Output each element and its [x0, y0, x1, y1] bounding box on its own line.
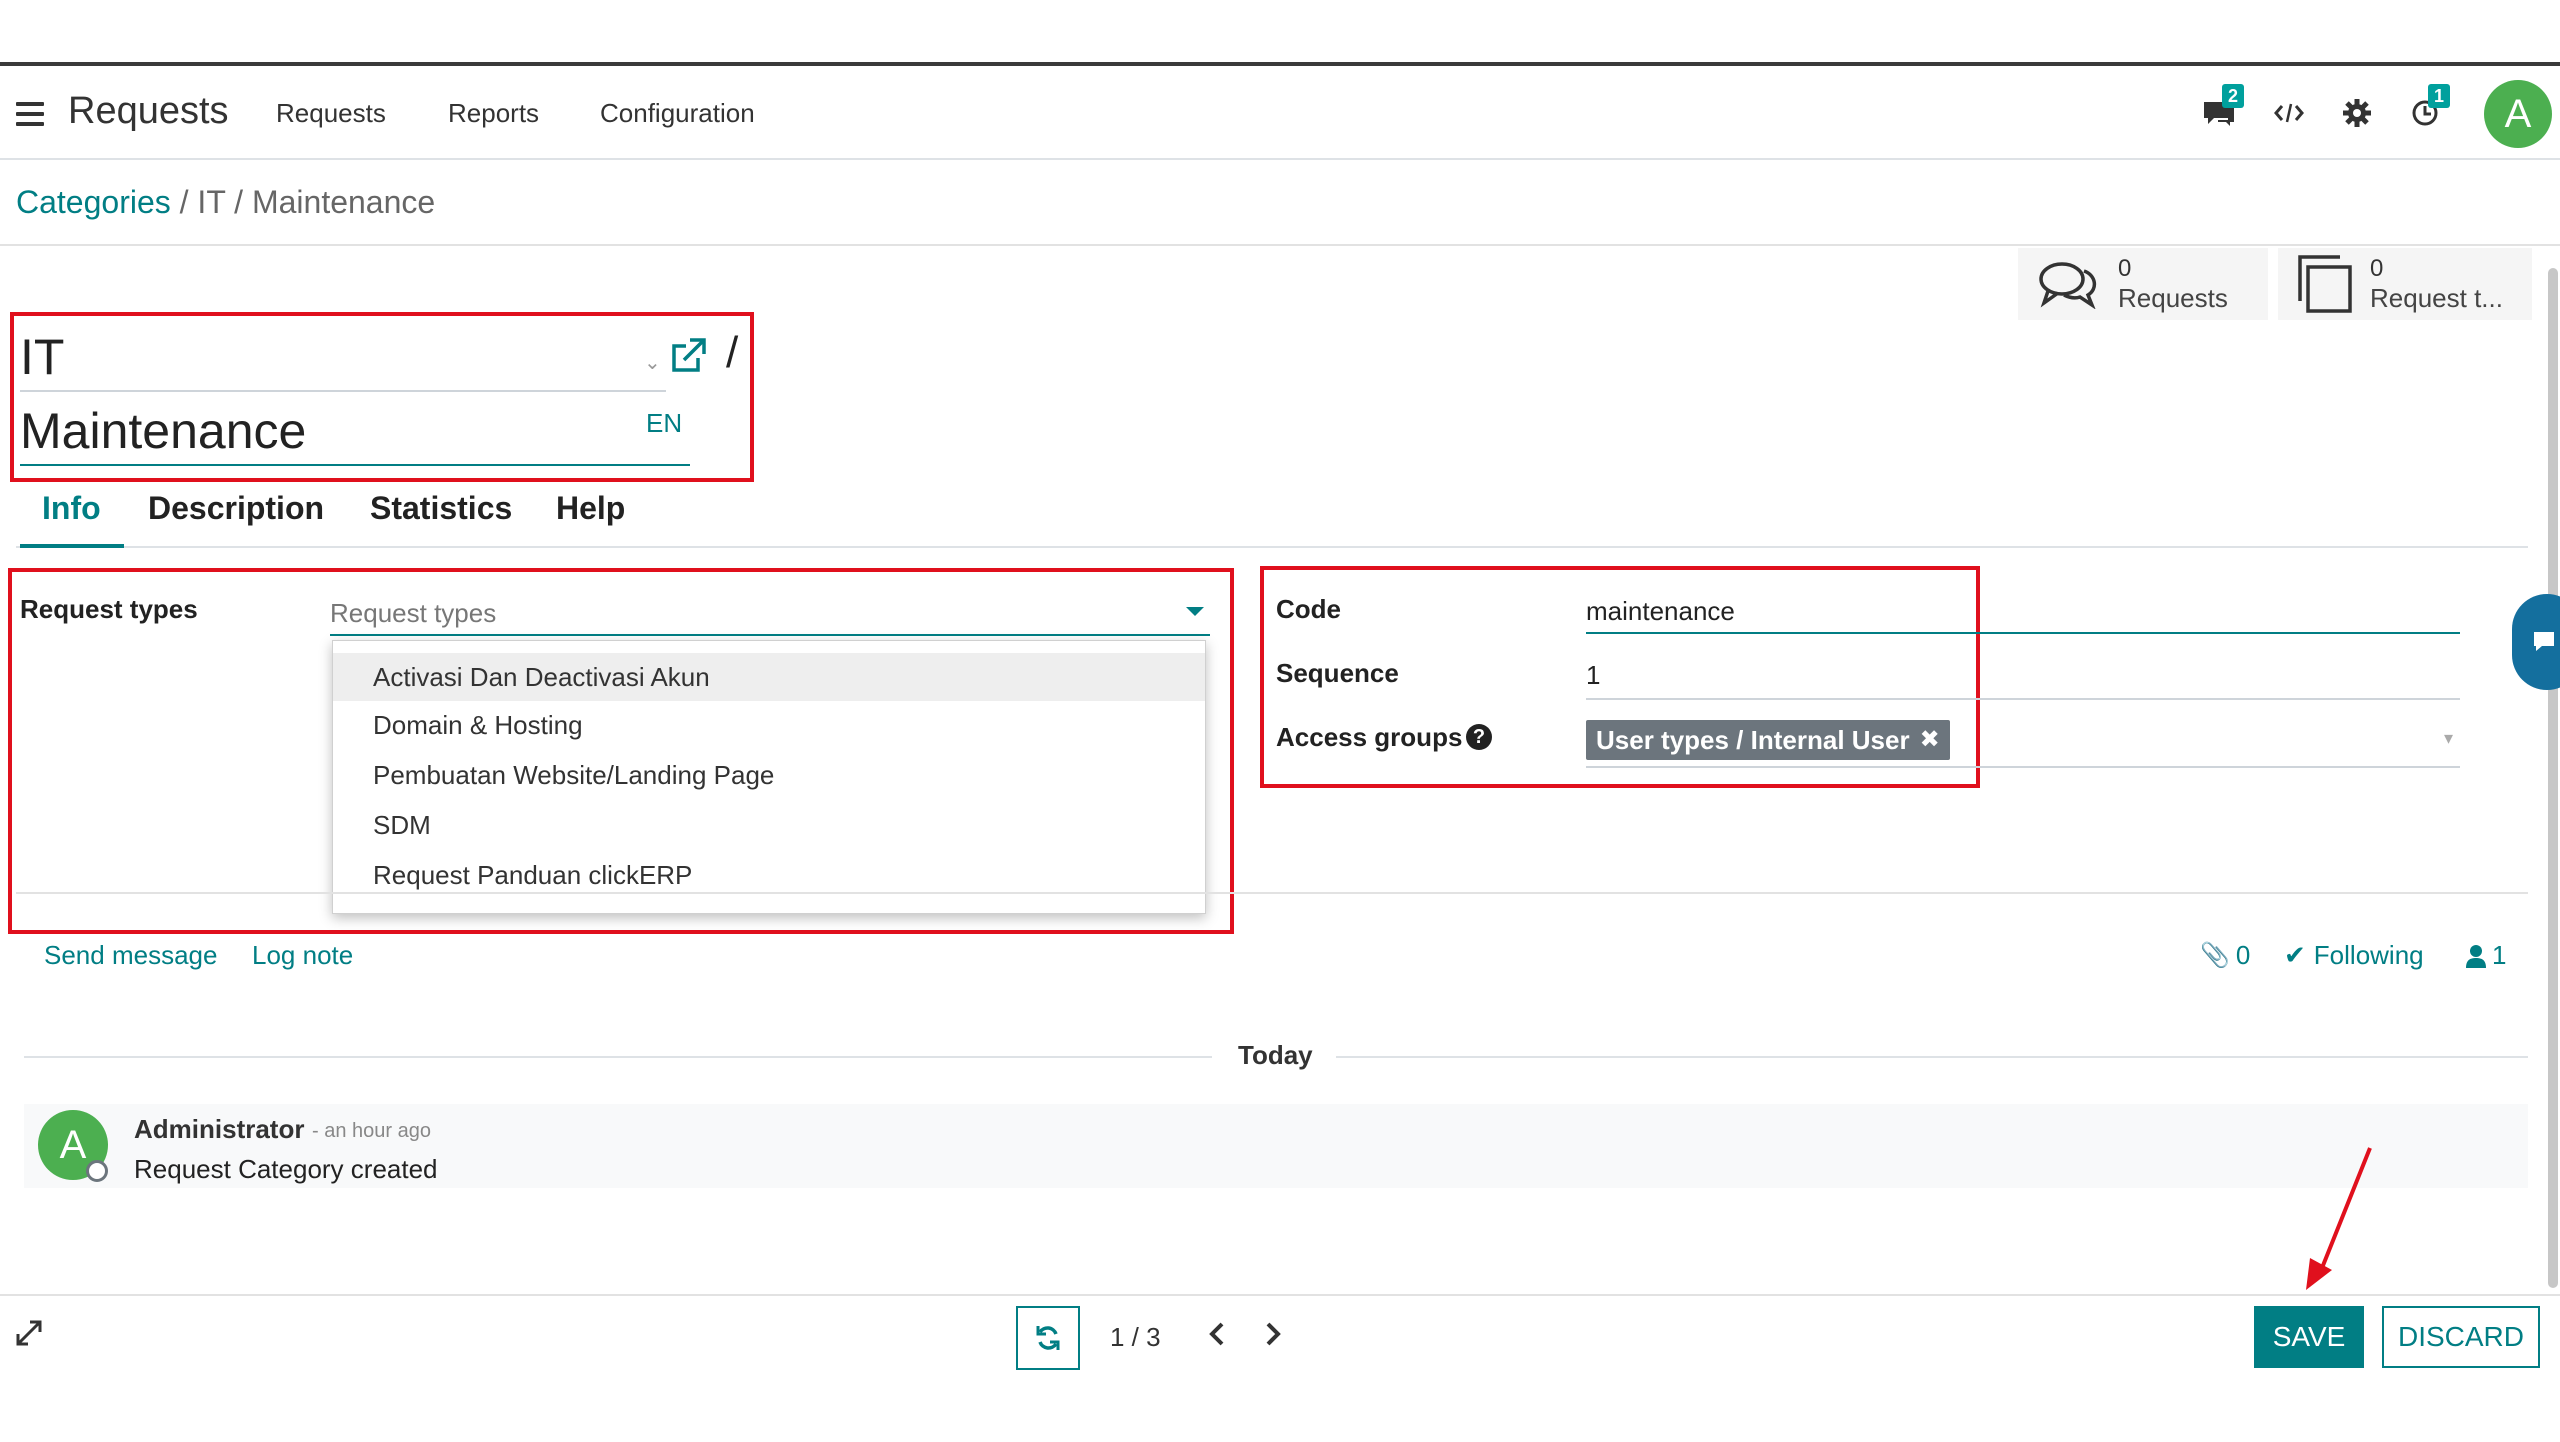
code-underline	[1586, 632, 2460, 634]
chat-badge: 2	[2221, 84, 2244, 108]
tab-description[interactable]: Description	[148, 490, 324, 527]
name-field-underline	[20, 464, 690, 466]
gear-icon[interactable]	[2334, 90, 2380, 136]
annotation-arrow-icon	[2306, 1147, 2372, 1290]
following-button[interactable]: ✔ Following	[2284, 940, 2424, 971]
chat-bubble-icon	[2534, 632, 2554, 651]
check-icon: ✔	[2284, 940, 2306, 970]
request-types-label: Request types	[20, 594, 198, 624]
dropdown-option[interactable]: SDM	[333, 801, 1205, 849]
today-divider-right	[1336, 1056, 2528, 1058]
app-title[interactable]: Requests	[68, 90, 229, 133]
today-divider-left	[24, 1056, 1212, 1058]
request-types-underline	[330, 634, 1210, 636]
requests-count: 0	[2118, 255, 2132, 282]
next-record-icon[interactable]	[1262, 1320, 1284, 1353]
following-label: Following	[2313, 940, 2424, 970]
requests-stat-button[interactable]: 0 Requests	[2018, 248, 2268, 320]
pager-value[interactable]: 1 / 3	[1110, 1322, 1161, 1353]
dropdown-option[interactable]: Domain & Hosting	[333, 701, 1205, 749]
language-button[interactable]: EN	[646, 408, 682, 439]
access-groups-underline	[1586, 766, 2460, 768]
sequence-label: Sequence	[1276, 658, 1399, 688]
chatter-divider	[16, 892, 2528, 894]
access-group-tag: User types / Internal User ✖	[1586, 720, 1950, 760]
save-button[interactable]: SAVE	[2254, 1306, 2364, 1368]
remove-tag-icon[interactable]: ✖	[1920, 720, 1940, 760]
parent-dropdown-caret-icon[interactable]: ⌄	[644, 350, 661, 375]
breadcrumb-categories-link[interactable]: Categories	[16, 184, 171, 220]
offline-status-icon	[86, 1160, 108, 1182]
activity-clock-icon[interactable]: 1	[2402, 84, 2450, 136]
access-groups-caret-icon[interactable]: ▾	[2444, 728, 2453, 749]
chat-icon[interactable]: 2	[2196, 84, 2244, 136]
attachments-button[interactable]: 📎 0	[2200, 940, 2250, 971]
code-icon[interactable]	[2266, 90, 2312, 136]
send-message-button[interactable]: Send message	[44, 940, 217, 971]
tab-help[interactable]: Help	[556, 490, 625, 527]
access-groups-label: Access groups	[1276, 722, 1463, 752]
user-icon	[2466, 944, 2486, 968]
tabs-divider	[16, 546, 2528, 548]
sequence-input[interactable]: 1	[1586, 660, 1600, 691]
dropdown-option[interactable]: Activasi Dan Deactivasi Akun	[333, 653, 1205, 701]
help-question-icon[interactable]: ?	[1466, 724, 1492, 750]
live-chat-button[interactable]	[2512, 594, 2560, 690]
previous-record-icon[interactable]	[1206, 1320, 1228, 1353]
attachments-count: 0	[2235, 940, 2251, 970]
page-scrollbar[interactable]	[2548, 268, 2558, 1288]
parent-field-underline	[20, 390, 666, 392]
message-body: Request Category created	[134, 1154, 438, 1184]
external-link-icon[interactable]	[668, 336, 708, 381]
expand-icon[interactable]	[16, 1320, 42, 1351]
user-avatar[interactable]: A	[2484, 80, 2552, 148]
menu-configuration[interactable]: Configuration	[600, 98, 755, 129]
request-types-stat-button[interactable]: 0 Request t...	[2278, 248, 2532, 320]
message-time: - an hour ago	[312, 1120, 431, 1142]
message-author[interactable]: Administrator	[134, 1114, 304, 1145]
tab-info[interactable]: Info	[42, 490, 101, 527]
followers-button[interactable]: 1	[2466, 940, 2506, 971]
parent-category-field[interactable]: IT	[20, 328, 64, 386]
breadcrumb-current: / IT / Maintenance	[179, 184, 436, 220]
breadcrumb: Categories / IT / Maintenance	[16, 184, 435, 221]
refresh-button[interactable]	[1016, 1306, 1080, 1370]
request-types-input[interactable]: Request types	[330, 598, 496, 629]
sequence-underline	[1586, 698, 2460, 700]
category-name-field[interactable]: Maintenance	[20, 402, 306, 460]
access-group-tag-label: User types / Internal User	[1596, 725, 1910, 755]
menu-icon[interactable]	[16, 102, 44, 126]
code-label: Code	[1276, 594, 1341, 624]
top-navbar: Requests Requests Reports Configuration …	[0, 66, 2560, 160]
requests-stat-label: Requests	[2118, 283, 2228, 313]
copy-icon	[2298, 255, 2352, 313]
breadcrumb-divider	[0, 244, 2560, 246]
discard-button[interactable]: DISCARD	[2382, 1306, 2540, 1368]
request-types-caret-icon[interactable]	[1186, 604, 1204, 622]
log-note-button[interactable]: Log note	[252, 940, 353, 971]
name-separator: /	[726, 328, 739, 377]
refresh-icon	[1036, 1326, 1060, 1350]
menu-reports[interactable]: Reports	[448, 98, 539, 129]
comments-icon	[2039, 262, 2097, 309]
menu-requests[interactable]: Requests	[276, 98, 386, 129]
dropdown-option[interactable]: Pembuatan Website/Landing Page	[333, 751, 1205, 799]
code-input[interactable]: maintenance	[1586, 596, 1735, 627]
paperclip-icon: 📎	[2200, 942, 2230, 969]
bottom-toolbar	[0, 1294, 2560, 1442]
followers-count: 1	[2492, 940, 2507, 970]
tab-statistics[interactable]: Statistics	[370, 490, 512, 527]
today-label: Today	[1238, 1040, 1313, 1070]
request-types-stat-label: Request t...	[2370, 283, 2503, 313]
request-types-dropdown: Activasi Dan Deactivasi Akun Domain & Ho…	[332, 640, 1206, 914]
active-tab-indicator	[20, 544, 124, 548]
activity-badge: 1	[2427, 84, 2450, 108]
request-types-count: 0	[2370, 255, 2384, 282]
